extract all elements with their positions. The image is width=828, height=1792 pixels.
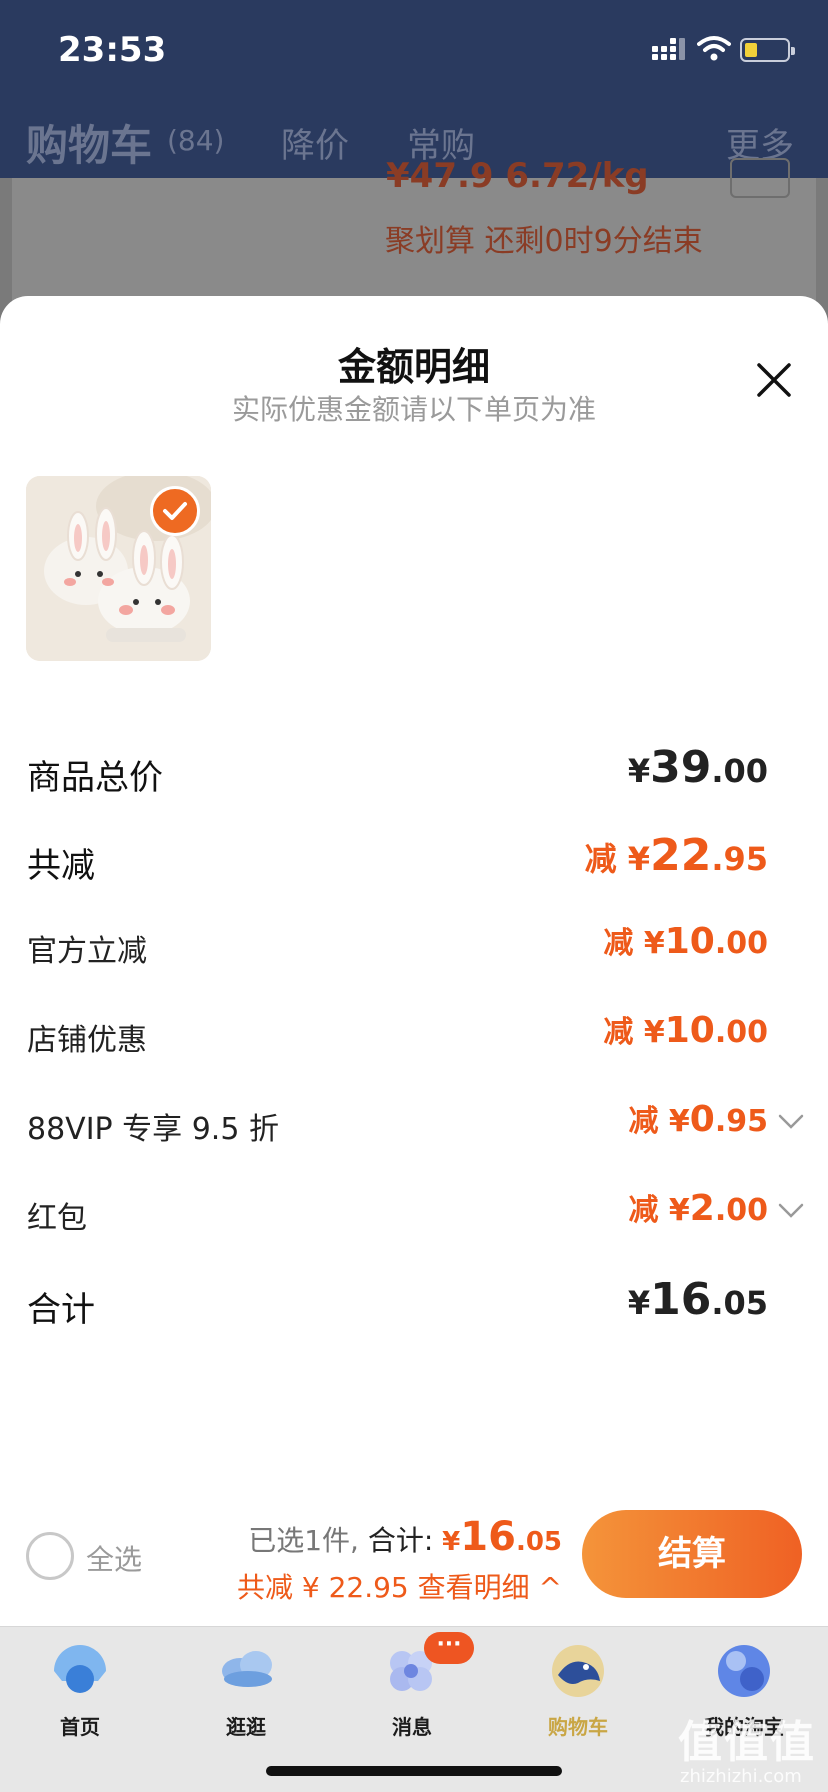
globe-icon bbox=[718, 1645, 770, 1697]
status-time: 23:53 bbox=[58, 30, 167, 70]
select-all-label[interactable]: 全选 bbox=[86, 1538, 142, 1578]
cart-count: (84) bbox=[167, 124, 225, 157]
row-88vip-discount[interactable]: 88VIP 专享 9.5 折 减 ¥0.95 bbox=[0, 1096, 828, 1156]
cellular-signal-icon bbox=[652, 38, 685, 60]
close-icon[interactable] bbox=[756, 362, 792, 398]
tab-label: 消息 bbox=[392, 1715, 432, 1739]
tab-browse[interactable]: 逛逛 bbox=[186, 1639, 306, 1749]
status-bar: 23:53 bbox=[0, 0, 828, 100]
chevron-down-icon[interactable] bbox=[778, 1114, 804, 1130]
tab-label: 逛逛 bbox=[226, 1715, 266, 1739]
row-label: 商品总价 bbox=[27, 758, 163, 798]
row-total-reduction: 共减 减 ¥22.95 bbox=[0, 830, 828, 890]
row-label: 共减 bbox=[27, 846, 95, 886]
selected-summary: 已选1件, 合计: ¥16.05 bbox=[248, 1514, 562, 1560]
tab-home[interactable]: 首页 bbox=[20, 1639, 140, 1749]
row-value: ¥39.00 bbox=[627, 742, 768, 793]
row-value: 减 ¥22.95 bbox=[584, 830, 768, 881]
cart-mascot-icon bbox=[552, 1645, 604, 1697]
row-value: ¥16.05 bbox=[627, 1274, 768, 1325]
chevron-down-icon[interactable] bbox=[778, 1203, 804, 1219]
checkout-button[interactable]: 结算 bbox=[582, 1510, 802, 1598]
cart-title: 购物车 bbox=[26, 121, 153, 170]
row-value: 减 ¥10.00 bbox=[603, 921, 768, 962]
battery-icon bbox=[740, 38, 795, 62]
tab-label: 购物车 bbox=[548, 1715, 608, 1739]
tab-cart[interactable]: 购物车 bbox=[518, 1639, 638, 1749]
sheet-title: 金额明细 bbox=[337, 345, 490, 389]
watermark: 值值值 zhizhizhi.com bbox=[678, 1717, 816, 1787]
view-detail-link[interactable]: 共减 ¥ 22.95 查看明细 ^ bbox=[237, 1566, 562, 1606]
row-value: 减 ¥10.00 bbox=[603, 1010, 768, 1051]
row-label: 官方立减 bbox=[27, 934, 147, 969]
row-label: 红包 bbox=[27, 1201, 87, 1236]
row-grand-total: 合计 ¥16.05 bbox=[0, 1274, 828, 1334]
row-store-discount: 店铺优惠 减 ¥10.00 bbox=[0, 1007, 828, 1067]
home-indicator bbox=[266, 1766, 562, 1776]
selected-check-icon[interactable] bbox=[150, 486, 200, 536]
tab-price-drop[interactable]: 降价 bbox=[281, 118, 349, 167]
row-label: 88VIP 专享 9.5 折 bbox=[27, 1112, 279, 1147]
message-badge: ··· bbox=[424, 1632, 474, 1664]
row-label: 合计 bbox=[27, 1290, 95, 1330]
home-icon bbox=[54, 1645, 106, 1693]
row-official-discount: 官方立减 减 ¥10.00 bbox=[0, 918, 828, 978]
row-label: 店铺优惠 bbox=[27, 1023, 147, 1058]
cloud-icon bbox=[222, 1651, 272, 1687]
sheet-subtitle: 实际优惠金额请以下单页为准 bbox=[231, 393, 596, 426]
behind-price: ¥47.9 6.72/kg bbox=[386, 156, 649, 196]
juhuasuan-countdown: 聚划算 还剩0时9分结束 bbox=[385, 224, 703, 259]
quantity-stepper bbox=[730, 158, 790, 198]
amount-detail-sheet: 金额明细 实际优惠金额请以下单页为准 商品总价 ¥39.00 共减 减 ¥22.… bbox=[0, 296, 828, 1626]
tab-label: 首页 bbox=[60, 1715, 100, 1739]
wifi-icon bbox=[697, 36, 731, 61]
row-goods-total: 商品总价 ¥39.00 bbox=[0, 742, 828, 802]
row-value: 减 ¥2.00 bbox=[628, 1188, 768, 1229]
select-all-radio[interactable] bbox=[26, 1532, 74, 1580]
row-value: 减 ¥0.95 bbox=[628, 1099, 768, 1140]
row-red-packet[interactable]: 红包 减 ¥2.00 bbox=[0, 1185, 828, 1245]
checkout-bar: 全选 已选1件, 合计: ¥16.05 共减 ¥ 22.95 查看明细 ^ 结算 bbox=[0, 1500, 828, 1626]
